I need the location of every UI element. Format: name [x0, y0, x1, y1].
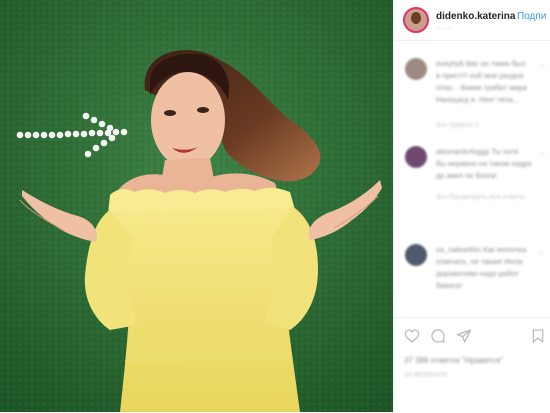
share-icon[interactable]: [456, 328, 472, 344]
comment-meta[interactable]: 3сн Посмотреть все ответы: [436, 194, 525, 201]
comment-line: плах... Вакия трабит мира: [436, 83, 527, 92]
bookmark-icon[interactable]: [530, 328, 546, 344]
comment-like-icon[interactable]: ♡: [539, 250, 545, 258]
author-avatar[interactable]: [403, 7, 429, 33]
comment-line: бы неравно на таком кадре: [436, 159, 532, 168]
post-header: didenko.katerina Подпи ........: [394, 0, 550, 41]
follow-button[interactable]: Подпи: [517, 11, 546, 22]
comment-line: eveyhyb Ввс он такик был: [436, 59, 526, 68]
post-date: 20 ФЕВРАЛЯ: [404, 372, 448, 379]
post-sidebar: didenko.katerina Подпи ........ eveyhyb …: [393, 0, 550, 412]
comment-line: бивигат: [436, 281, 463, 290]
post-photo[interactable]: [0, 0, 393, 412]
comment-line: до авел по блога!: [436, 171, 497, 180]
comment-like-icon[interactable]: ♡: [539, 152, 545, 160]
commenter-avatar[interactable]: [405, 146, 427, 168]
comment-line: доривиливо надо работ: [436, 269, 519, 278]
commenter-avatar[interactable]: [405, 244, 427, 266]
heart-icon[interactable]: [404, 328, 420, 344]
likes-count[interactable]: 37 386 отметок "Нравится": [404, 356, 503, 365]
comment-meta[interactable]: 5сн Орвхпс 1: [436, 122, 479, 129]
comment-line: отвечать, не такая! Инла: [436, 257, 523, 266]
post-actions: 37 386 отметок "Нравится" 20 ФЕВРАЛЯ: [394, 317, 550, 413]
post-location[interactable]: ........: [436, 24, 452, 31]
comment-line: Нахоцагд и. Нее! тела...: [436, 95, 520, 104]
comment-line: aleonardvrloggy Ты хотя: [436, 147, 519, 156]
instagram-post: didenko.katerina Подпи ........ eveyhyb …: [0, 0, 550, 412]
author-username[interactable]: didenko.katerina: [436, 11, 515, 22]
comment-like-icon[interactable]: ♡: [539, 64, 545, 72]
post-image: [0, 0, 393, 412]
comment-line: sa_nalearthin Как молочка: [436, 245, 527, 254]
commenter-avatar[interactable]: [405, 58, 427, 80]
comment-icon[interactable]: [430, 328, 446, 344]
comment-line: в прист!!! изб мне раздни: [436, 71, 524, 80]
